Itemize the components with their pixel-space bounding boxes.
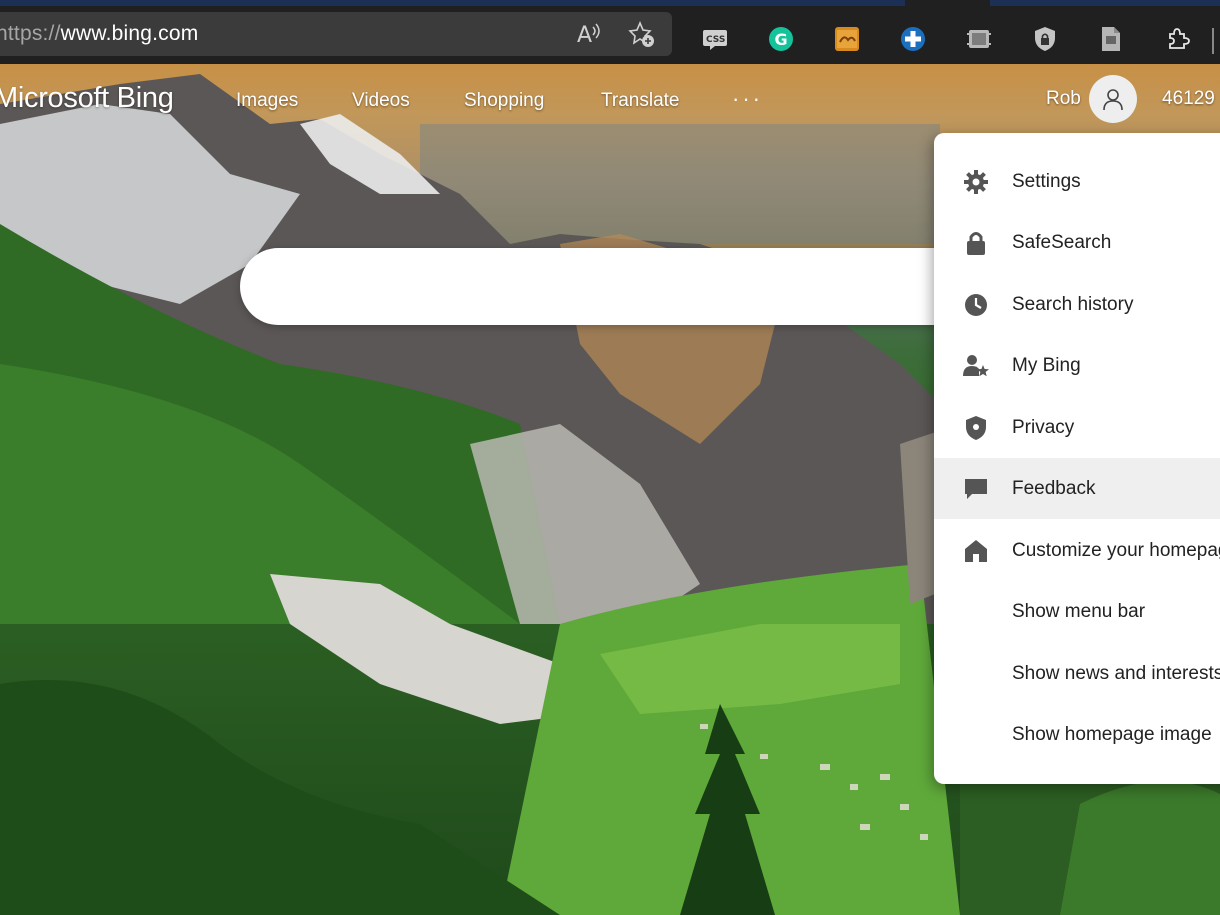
menu-item-customize-homepage[interactable]: Customize your homepage [934,520,1220,581]
tab-strip [0,0,1220,6]
read-aloud-icon[interactable]: A [576,21,602,48]
menu-item-privacy[interactable]: Privacy [934,397,1220,458]
home-icon [962,537,990,565]
settings-menu: Settings SafeSearch Search history My Bi… [934,133,1220,784]
svg-text:CSS: CSS [706,35,725,45]
nav-videos[interactable]: Videos [352,90,410,112]
amazon-assistant-icon[interactable] [834,26,860,52]
add-favorite-icon[interactable] [628,20,654,47]
toolbar-separator [1212,28,1214,54]
menu-item-safesearch[interactable]: SafeSearch [934,212,1220,273]
gear-icon [962,168,990,196]
menu-label: Feedback [1012,477,1096,499]
menu-label: Show news and interests [1012,662,1220,684]
menu-item-show-news[interactable]: Show news and interests [934,643,1220,704]
shield-icon [962,414,990,442]
menu-label: Search history [1012,293,1134,315]
extensions-puzzle-icon[interactable] [1164,26,1190,52]
user-icon [1103,89,1123,111]
menu-item-my-bing[interactable]: My Bing [934,335,1220,396]
menu-item-search-history[interactable]: Search history [934,274,1220,335]
nav-translate[interactable]: Translate [601,90,680,112]
menu-item-feedback[interactable]: Feedback [934,458,1220,519]
menu-item-settings[interactable]: Settings [934,151,1220,212]
url-host: www.bing.com [60,22,199,45]
screen-capture-icon[interactable] [966,26,992,52]
menu-label: Settings [1012,170,1081,192]
browser-toolbar: https://www.bing.com A CSS G [0,0,1220,64]
svg-text:G: G [775,30,788,49]
more-menu-button[interactable]: ··· [732,86,763,112]
bing-logo[interactable]: Microsoft Bing [0,82,174,115]
menu-label: SafeSearch [1012,231,1112,253]
menu-label: Privacy [1012,416,1075,438]
menu-label: My Bing [1012,354,1081,376]
menu-label: Show menu bar [1012,600,1146,622]
nav-shopping[interactable]: Shopping [464,90,544,112]
document-icon[interactable] [1098,26,1124,52]
css-viewer-icon[interactable]: CSS [702,26,728,52]
shield-lock-icon[interactable] [1032,26,1058,52]
menu-label: Show homepage image [1012,723,1212,745]
lock-icon [962,229,990,257]
nav-images[interactable]: Images [236,90,298,112]
chat-bubble-icon [962,475,990,503]
url-scheme: https:// [0,22,61,45]
clock-icon [962,291,990,319]
person-star-icon [962,352,990,380]
address-bar[interactable]: https://www.bing.com A [0,12,672,56]
menu-label: Customize your homepage [1012,539,1220,561]
avatar[interactable] [1089,75,1137,123]
rewards-points[interactable]: 46129 [1162,88,1215,110]
menu-item-show-menu-bar[interactable]: Show menu bar [934,581,1220,642]
url-text[interactable]: https://www.bing.com [0,22,198,46]
search-input[interactable] [240,248,1000,325]
cross-extension-icon[interactable] [900,26,926,52]
menu-item-show-homepage-image[interactable]: Show homepage image [934,704,1220,765]
svg-text:A: A [577,23,592,47]
grammarly-icon[interactable]: G [768,26,794,52]
user-name[interactable]: Rob [1046,88,1081,110]
